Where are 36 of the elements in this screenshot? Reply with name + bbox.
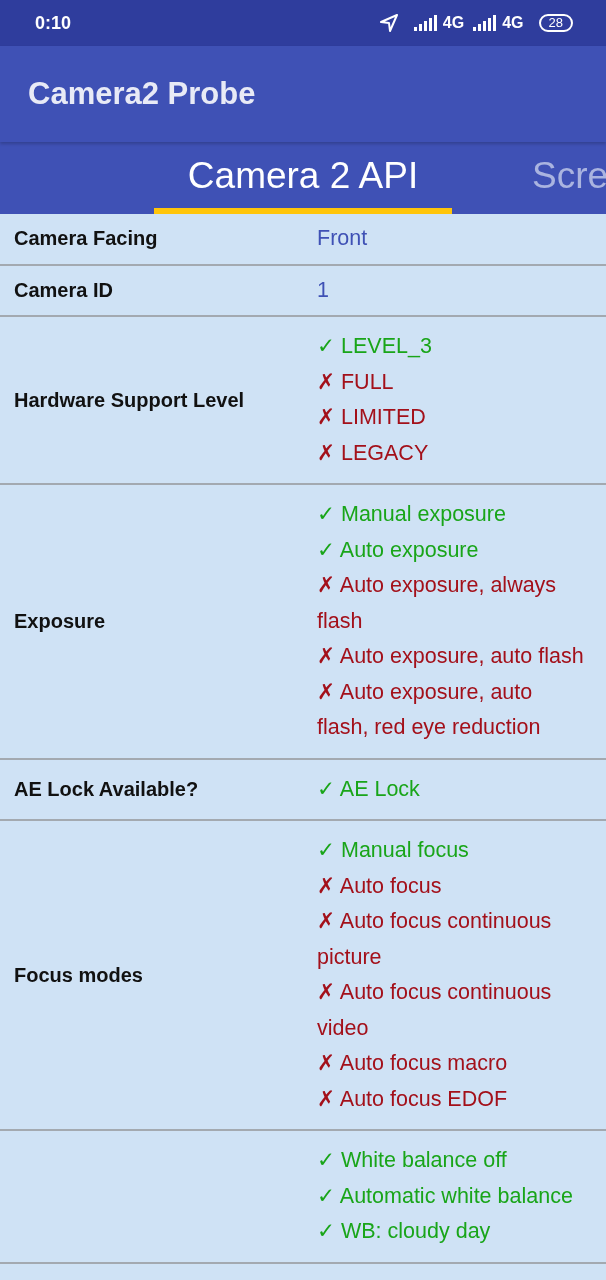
property-value: 1 bbox=[317, 276, 330, 304]
supported-feature: ✓ Manual exposure bbox=[317, 501, 507, 528]
property-name: AE Lock Available? bbox=[14, 777, 199, 801]
signal-icon bbox=[473, 15, 498, 31]
supported-feature: ✓ White balance off bbox=[317, 1147, 508, 1174]
unsupported-feature: ✗ Auto focus bbox=[317, 872, 443, 900]
property-name: Focus modes bbox=[14, 963, 143, 987]
app-title: Camera2 Probe bbox=[28, 76, 256, 112]
unsupported-feature: ✗ LIMITED bbox=[317, 404, 427, 431]
unsupported-feature: ✗ Auto exposure, auto flash bbox=[317, 643, 585, 670]
supported-feature: ✓ Auto exposure bbox=[317, 536, 480, 564]
supported-feature: ✓ LEVEL_3 bbox=[317, 333, 433, 360]
property-name: Exposure bbox=[14, 609, 106, 633]
signal-icon bbox=[413, 15, 438, 31]
unsupported-feature: ✗ LEGACY bbox=[317, 439, 430, 467]
clock: 0:10 bbox=[35, 12, 72, 34]
unsupported-feature: ✗ Auto exposure, auto flash, red eye reduction bbox=[317, 678, 542, 741]
property-name: Camera Facing bbox=[14, 227, 158, 251]
unsupported-feature: ✗ FULL bbox=[317, 368, 395, 396]
unsupported-feature: ✗ Auto focus continuous video bbox=[317, 979, 553, 1042]
location-arrow-icon bbox=[378, 13, 399, 33]
property-value: Front bbox=[317, 225, 369, 252]
supported-feature: ✓ Automatic white balance bbox=[317, 1182, 574, 1210]
supported-feature: ✓ WB: cloudy day bbox=[317, 1218, 492, 1245]
unsupported-feature: ✗ Auto focus continuous picture bbox=[317, 908, 553, 971]
network-type: 4G bbox=[442, 14, 465, 32]
tab[interactable]: Camera 2 API bbox=[154, 142, 452, 214]
unsupported-feature: ✗ Auto focus macro bbox=[317, 1050, 509, 1077]
supported-feature: ✓ AE Lock bbox=[317, 775, 421, 803]
network-type: 4G bbox=[502, 14, 524, 32]
supported-feature: ✓ Manual focus bbox=[317, 837, 470, 864]
property-name: Hardware Support Level bbox=[14, 388, 245, 412]
property-name: Camera ID bbox=[14, 278, 113, 302]
unsupported-feature: ✗ Auto exposure, always flash bbox=[317, 572, 558, 635]
unsupported-feature: ✗ Auto focus EDOF bbox=[317, 1085, 509, 1113]
battery-level: 28 bbox=[538, 14, 573, 32]
